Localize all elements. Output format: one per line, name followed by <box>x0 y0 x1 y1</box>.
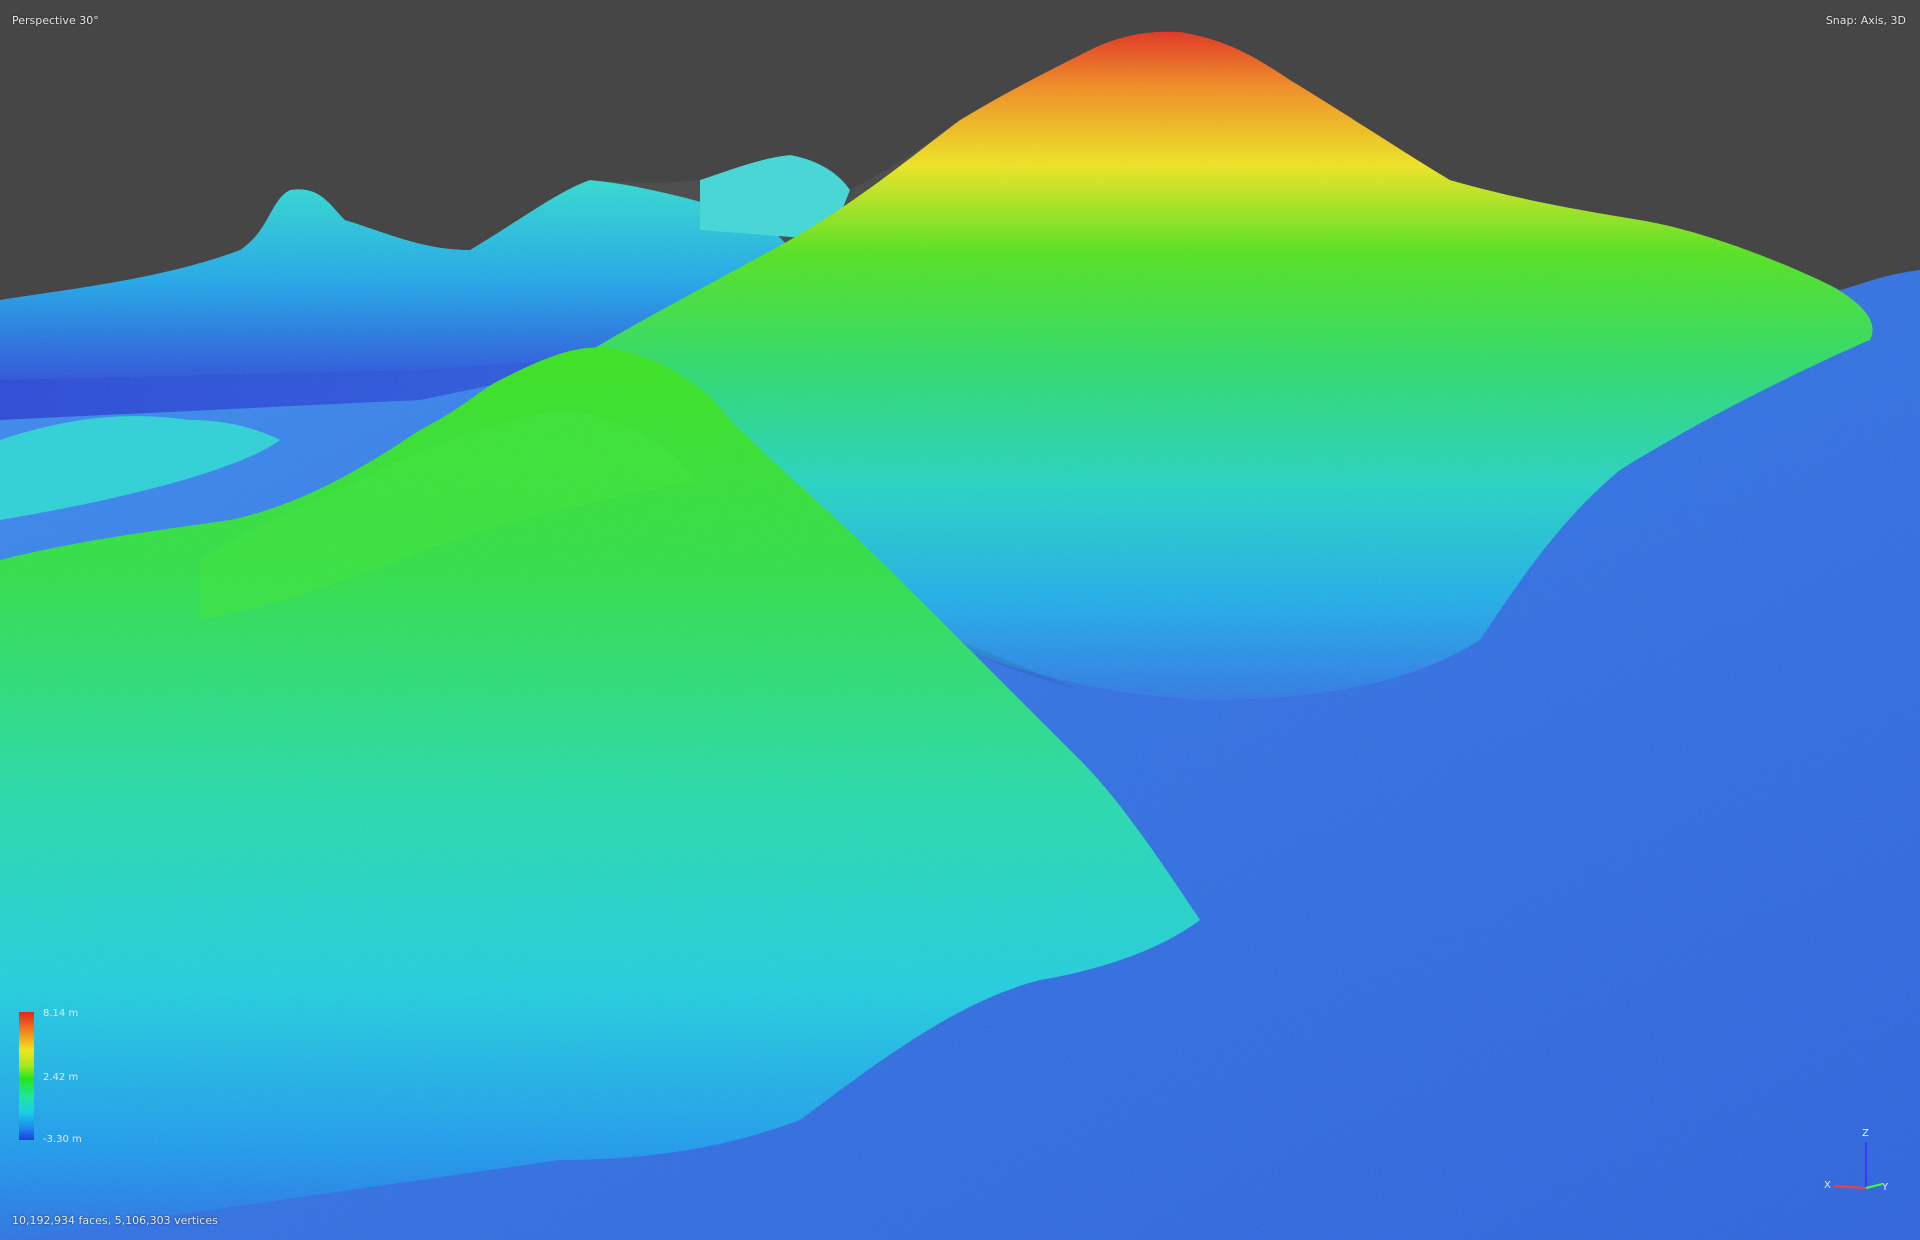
axis-z-label: Z <box>1862 1128 1869 1139</box>
snap-mode-label: Snap: Axis, 3D <box>1825 14 1906 27</box>
mesh-stats-label: 10,192,934 faces, 5,106,303 vertices <box>12 1214 218 1227</box>
elevation-legend: 8.14 m 2.42 m -3.30 m <box>19 1008 82 1145</box>
view-mode-label: Perspective 30° <box>12 14 99 27</box>
legend-max-label: 8.14 m <box>43 1008 79 1019</box>
axis-y-label: Y <box>1882 1182 1889 1193</box>
legend-color-ramp <box>19 1012 34 1140</box>
3d-viewport[interactable]: Perspective 30° Snap: Axis, 3D 10,192,93… <box>0 0 1920 1240</box>
legend-mid-label: 2.42 m <box>43 1072 79 1083</box>
legend-min-label: -3.30 m <box>43 1134 82 1145</box>
terrain-mesh-render[interactable] <box>0 0 1920 1240</box>
axis-x-label: X <box>1824 1180 1831 1191</box>
axis-gizmo[interactable]: Z X Y <box>1820 1126 1890 1196</box>
